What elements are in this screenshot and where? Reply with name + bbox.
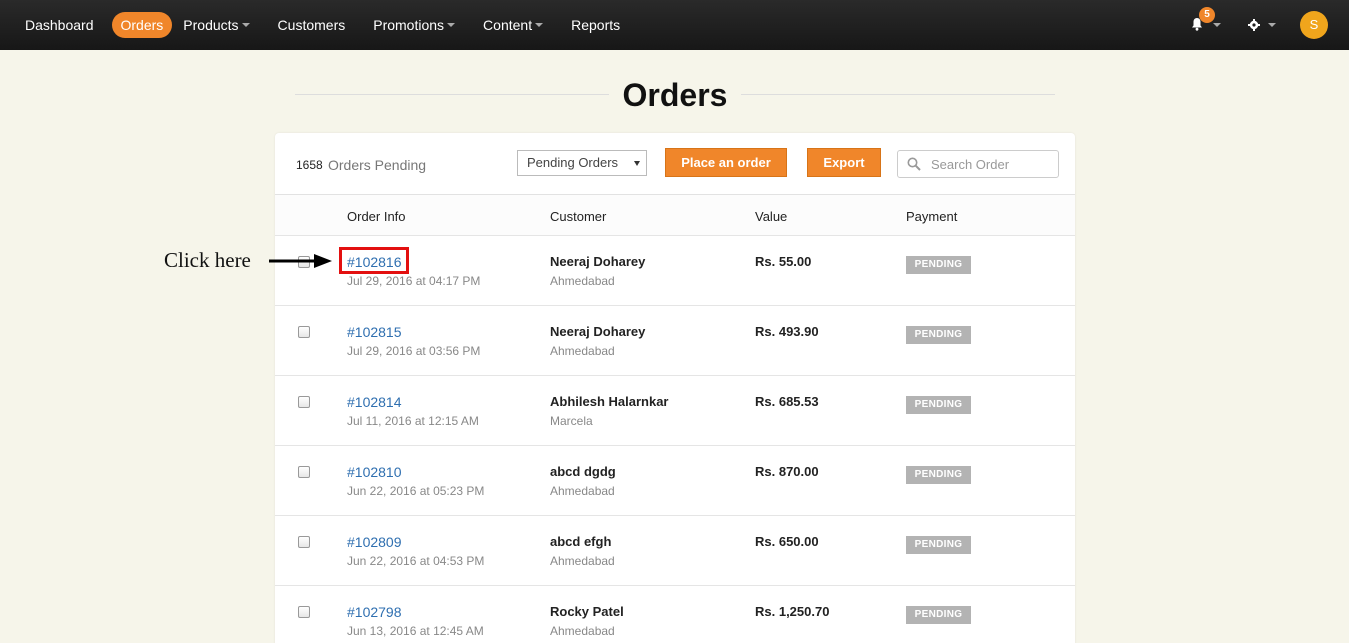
customer-city: Marcela [550, 414, 593, 428]
nav-item-reports[interactable]: Reports [562, 12, 629, 38]
nav-item-label: Content [483, 17, 533, 33]
nav-item-promotions[interactable]: Promotions [364, 12, 464, 38]
table-row: #102815 Jul 29, 2016 at 03:56 PM Neeraj Do… [275, 306, 1075, 376]
search-input[interactable] [931, 155, 1051, 173]
payment-status-badge: PENDING [906, 606, 971, 624]
row-checkbox[interactable] [298, 536, 310, 548]
search-icon [907, 157, 921, 171]
nav-item-dashboard[interactable]: Dashboard [16, 12, 103, 38]
customer-name: Neeraj Doharey [550, 254, 646, 269]
nav-item-label: Products [183, 17, 239, 33]
column-header-order-info: Order Info [347, 209, 406, 224]
order-filter-value: Pending Orders [527, 155, 619, 170]
nav-item-content[interactable]: Content [474, 12, 552, 38]
customer-name: abcd dgdg [550, 464, 616, 479]
annotation-highlight-box [339, 247, 409, 274]
order-id-link[interactable]: #102798 [347, 604, 402, 620]
row-checkbox[interactable] [298, 396, 310, 408]
avatar[interactable]: S [1300, 11, 1328, 39]
order-id-link[interactable]: #102815 [347, 324, 402, 340]
customer-name: Abhilesh Halarnkar [550, 394, 669, 409]
notification-badge: 5 [1199, 7, 1215, 23]
page-title-wrap: Orders [295, 75, 1055, 115]
order-value: Rs. 870.00 [755, 464, 819, 479]
row-checkbox[interactable] [298, 326, 310, 338]
row-checkbox[interactable] [298, 606, 310, 618]
order-value: Rs. 55.00 [755, 254, 812, 269]
export-button[interactable]: Export [807, 148, 881, 177]
customer-city: Ahmedabad [550, 344, 615, 358]
payment-status-badge: PENDING [906, 466, 971, 484]
nav-item-label: Reports [571, 17, 621, 33]
order-date: Jul 29, 2016 at 03:56 PM [347, 344, 481, 358]
notifications-caret-icon[interactable] [1213, 23, 1221, 27]
table-header: Order Info Customer Value Payment [275, 195, 1075, 236]
table-row: #102814 Jul 11, 2016 at 12:15 AM Abhilesh … [275, 376, 1075, 446]
order-id-link[interactable]: #102814 [347, 394, 402, 410]
orders-toolbar: 1658 Orders Pending Pending Orders Place… [275, 133, 1075, 195]
order-date: Jul 29, 2016 at 04:17 PM [347, 274, 481, 288]
nav-item-label: Promotions [373, 17, 445, 33]
row-checkbox[interactable] [298, 466, 310, 478]
top-navbar: Dashboard Orders Products Customers Promotio… [0, 0, 1349, 50]
nav-item-orders[interactable]: Orders [111, 12, 173, 38]
customer-city: Ahmedabad [550, 274, 615, 288]
order-date: Jun 22, 2016 at 05:23 PM [347, 484, 485, 498]
customer-name: abcd efgh [550, 534, 612, 549]
order-value: Rs. 685.53 [755, 394, 819, 409]
customer-city: Ahmedabad [550, 624, 615, 638]
order-value: Rs. 650.00 [755, 534, 819, 549]
order-date: Jun 13, 2016 at 12:45 AM [347, 624, 484, 638]
caret-down-icon [447, 23, 456, 27]
annotation-text: Click here [164, 248, 251, 272]
customer-name: Neeraj Doharey [550, 324, 646, 339]
pending-count: 1658 [296, 158, 323, 172]
customer-name: Rocky Patel [550, 604, 624, 619]
nav-item-label: Customers [277, 17, 346, 33]
nav-item-label: Dashboard [25, 17, 94, 33]
orders-card: 1658 Orders Pending Pending Orders Place… [275, 133, 1075, 643]
place-order-button[interactable]: Place an order [665, 148, 787, 177]
gear-icon[interactable] [1248, 19, 1260, 31]
order-date: Jul 11, 2016 at 12:15 AM [347, 414, 479, 428]
order-filter-select[interactable]: Pending Orders [517, 150, 647, 176]
search-box [897, 150, 1059, 178]
dropdown-arrow-icon [634, 161, 640, 166]
payment-status-badge: PENDING [906, 256, 971, 274]
customer-city: Ahmedabad [550, 554, 615, 568]
nav-item-products[interactable]: Products [174, 12, 258, 38]
payment-status-badge: PENDING [906, 536, 971, 554]
page-title: Orders [295, 75, 1055, 115]
table-row: #102810 Jun 22, 2016 at 05:23 PM abcd dgdg… [275, 446, 1075, 516]
table-row: #102809 Jun 22, 2016 at 04:53 PM abcd efgh… [275, 516, 1075, 586]
column-header-value: Value [755, 209, 788, 224]
order-id-link[interactable]: #102810 [347, 464, 402, 480]
order-value: Rs. 493.90 [755, 324, 819, 339]
column-header-customer: Customer [550, 209, 607, 224]
arrow-right-icon [269, 254, 332, 268]
page-title-text: Orders [608, 77, 742, 113]
settings-caret-icon[interactable] [1268, 23, 1276, 27]
column-header-payment: Payment [906, 209, 958, 224]
nav-item-label: Orders [120, 17, 164, 33]
customer-city: Ahmedabad [550, 484, 615, 498]
order-date: Jun 22, 2016 at 04:53 PM [347, 554, 485, 568]
nav-menu: Dashboard Orders Products Customers Promotio… [16, 12, 629, 38]
table-row: #102798 Jun 13, 2016 at 12:45 AM Rocky Pat… [275, 586, 1075, 643]
payment-status-badge: PENDING [906, 326, 971, 344]
pending-label: Orders Pending [328, 157, 427, 173]
caret-down-icon [241, 23, 250, 27]
payment-status-badge: PENDING [906, 396, 971, 414]
order-id-link[interactable]: #102809 [347, 534, 402, 550]
nav-item-customers[interactable]: Customers [269, 12, 355, 38]
order-value: Rs. 1,250.70 [755, 604, 830, 619]
caret-down-icon [535, 23, 544, 27]
